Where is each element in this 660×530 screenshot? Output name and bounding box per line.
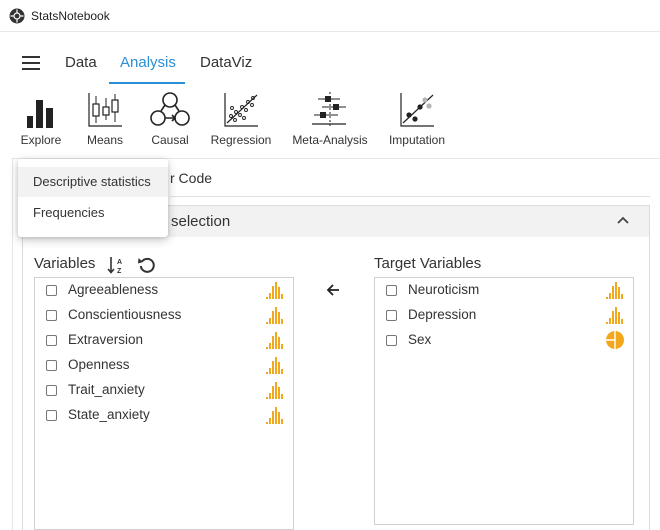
- meta-analysis-button[interactable]: Meta-Analysis: [289, 90, 371, 152]
- numeric-distribution-icon: [606, 307, 623, 324]
- chevron-up-icon[interactable]: [617, 216, 629, 224]
- numeric-distribution-icon: [266, 332, 283, 349]
- variable-name: Neuroticism: [408, 282, 480, 297]
- list-item[interactable]: Openness: [35, 353, 293, 378]
- numeric-distribution-icon: [266, 382, 283, 399]
- tab-dataviz[interactable]: DataViz: [200, 54, 252, 71]
- content-left-border: [12, 158, 13, 530]
- list-item[interactable]: Neuroticism: [375, 278, 633, 303]
- numeric-distribution-icon: [266, 357, 283, 374]
- list-item[interactable]: Trait_anxiety: [35, 378, 293, 403]
- svg-text:Z: Z: [117, 268, 122, 274]
- variable-name: Conscientiousness: [68, 307, 182, 322]
- hamburger-menu-icon[interactable]: [22, 56, 40, 70]
- window-title: StatsNotebook: [31, 9, 110, 23]
- candlestick-icon: [88, 93, 122, 127]
- variable-name: Openness: [68, 357, 130, 372]
- menu-bar: Data Analysis DataViz: [0, 44, 660, 84]
- scatter-regression-icon: [224, 93, 258, 127]
- list-item[interactable]: Depression: [375, 303, 633, 328]
- title-bar: StatsNotebook: [0, 0, 660, 32]
- causal-label: Causal: [151, 133, 189, 147]
- variable-name: Agreeableness: [68, 282, 159, 297]
- explore-label: Explore: [20, 133, 62, 147]
- variable-name: Trait_anxiety: [68, 382, 145, 397]
- list-item[interactable]: Sex: [375, 328, 633, 353]
- tab-divider: [170, 196, 650, 197]
- numeric-distribution-icon: [266, 407, 283, 424]
- numeric-distribution-icon: [266, 307, 283, 324]
- checkbox[interactable]: [46, 360, 57, 371]
- checkbox[interactable]: [386, 335, 397, 346]
- explore-dropdown-menu: Descriptive statistics Frequencies: [18, 159, 168, 237]
- reset-icon[interactable]: [137, 255, 157, 275]
- app-logo-icon: [9, 8, 25, 24]
- checkbox[interactable]: [46, 335, 57, 346]
- checkbox[interactable]: [46, 410, 57, 421]
- means-button[interactable]: Means: [84, 90, 126, 152]
- ribbon-toolbar: Explore Means Causal Regression Meta-Ana…: [0, 90, 660, 156]
- forest-plot-icon: [312, 92, 346, 126]
- regression-button[interactable]: Regression: [208, 90, 274, 152]
- list-item[interactable]: State_anxiety: [35, 403, 293, 428]
- explore-button[interactable]: Explore: [19, 90, 63, 152]
- checkbox[interactable]: [46, 285, 57, 296]
- active-tab-indicator: [109, 82, 185, 84]
- target-variables-label: Target Variables: [374, 255, 482, 272]
- variable-name: Extraversion: [68, 332, 144, 347]
- tab-r-code[interactable]: r Code: [170, 170, 212, 186]
- variable-name: Sex: [408, 332, 432, 347]
- numeric-distribution-icon: [606, 282, 623, 299]
- variables-list[interactable]: Agreeableness Conscientiousness Extraver…: [34, 277, 294, 530]
- arrow-left-icon[interactable]: [325, 282, 341, 298]
- imputation-button[interactable]: Imputation: [385, 90, 449, 152]
- menu-item-descriptive-statistics[interactable]: Descriptive statistics: [18, 167, 168, 197]
- sort-az-icon[interactable]: A Z: [107, 256, 125, 274]
- meta-analysis-label: Meta-Analysis: [292, 133, 368, 147]
- causal-button[interactable]: Causal: [148, 90, 192, 152]
- factor-pie-icon: [606, 331, 624, 349]
- imputation-label: Imputation: [388, 133, 446, 147]
- checkbox[interactable]: [46, 385, 57, 396]
- variables-label: Variables: [34, 255, 96, 272]
- means-label: Means: [86, 133, 124, 147]
- variable-name: State_anxiety: [68, 407, 150, 422]
- tab-analysis[interactable]: Analysis: [120, 54, 176, 71]
- list-item[interactable]: Conscientiousness: [35, 303, 293, 328]
- checkbox[interactable]: [46, 310, 57, 321]
- bar-chart-icon: [27, 100, 53, 128]
- imputation-icon: [400, 93, 434, 127]
- list-item[interactable]: Extraversion: [35, 328, 293, 353]
- menu-item-frequencies[interactable]: Frequencies: [18, 198, 168, 228]
- tab-data[interactable]: Data: [65, 54, 97, 71]
- checkbox[interactable]: [386, 285, 397, 296]
- target-variables-list[interactable]: Neuroticism Depression Sex: [374, 277, 634, 525]
- numeric-distribution-icon: [266, 282, 283, 299]
- checkbox[interactable]: [386, 310, 397, 321]
- causal-graph-icon: [150, 92, 190, 126]
- svg-text:A: A: [117, 259, 122, 266]
- panel-title: selection: [171, 213, 231, 230]
- regression-label: Regression: [210, 133, 272, 147]
- variable-name: Depression: [408, 307, 477, 322]
- list-item[interactable]: Agreeableness: [35, 278, 293, 303]
